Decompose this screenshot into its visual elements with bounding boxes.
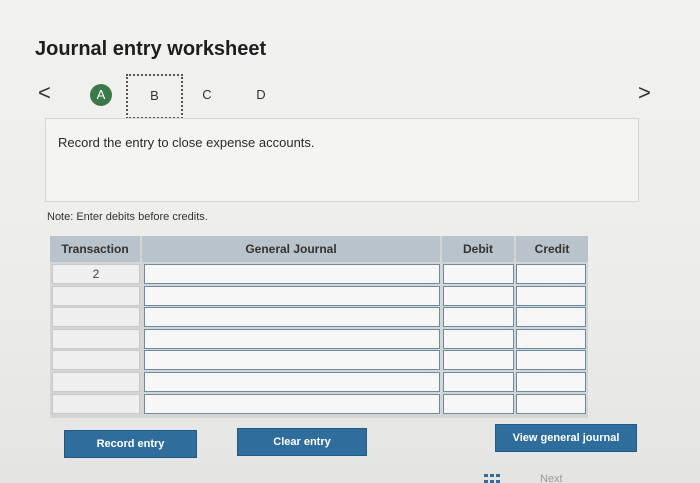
credit-input[interactable] <box>516 350 586 371</box>
step-tab-d[interactable]: D <box>253 87 269 102</box>
next-button[interactable]: Next <box>540 473 563 483</box>
page-title: Journal entry worksheet <box>35 38 267 60</box>
header-credit: Credit <box>516 236 588 262</box>
account-input[interactable] <box>144 328 440 349</box>
debit-input[interactable] <box>443 372 514 392</box>
clear-entry-button[interactable]: Clear entry <box>237 428 367 456</box>
header-transaction: Transaction <box>50 236 140 262</box>
debit-input[interactable] <box>443 393 514 414</box>
credit-input[interactable] <box>516 285 586 306</box>
debit-input[interactable] <box>443 264 514 284</box>
transaction-cell <box>52 285 140 306</box>
credit-input[interactable] <box>516 328 586 349</box>
transaction-cell <box>52 350 140 371</box>
entry-note: Note: Enter debits before credits. <box>47 211 208 223</box>
transaction-cell: 2 <box>52 264 140 284</box>
credit-input[interactable] <box>516 264 586 284</box>
credit-input[interactable] <box>516 307 586 328</box>
header-debit: Debit <box>442 236 514 262</box>
debit-input[interactable] <box>443 350 514 371</box>
account-input[interactable] <box>144 307 440 328</box>
next-arrow-icon[interactable]: > <box>638 82 651 104</box>
account-input[interactable] <box>144 350 440 371</box>
instruction-text: Record the entry to close expense accoun… <box>58 135 315 150</box>
worksheet-page: Journal entry worksheet < > A B C D Reco… <box>0 0 700 483</box>
debit-input[interactable] <box>443 285 514 306</box>
account-input[interactable] <box>144 285 440 306</box>
journal-table: Transaction General Journal Debit Credit… <box>50 236 588 418</box>
transaction-cell <box>52 372 140 392</box>
account-input[interactable] <box>144 393 440 414</box>
credit-input[interactable] <box>516 393 586 414</box>
step-tab-a[interactable]: A <box>90 84 112 106</box>
debit-input[interactable] <box>443 307 514 328</box>
grid-menu-icon[interactable] <box>484 474 500 483</box>
account-input[interactable] <box>144 264 440 284</box>
view-general-journal-button[interactable]: View general journal <box>495 424 637 452</box>
transaction-cell <box>52 307 140 328</box>
record-entry-button[interactable]: Record entry <box>64 430 197 458</box>
transaction-cell <box>52 328 140 349</box>
debit-input[interactable] <box>443 328 514 349</box>
step-tab-b[interactable]: B <box>126 74 183 119</box>
header-general-journal: General Journal <box>142 236 440 262</box>
step-tab-c[interactable]: C <box>199 87 215 102</box>
transaction-cell <box>52 393 140 414</box>
previous-arrow-icon[interactable]: < <box>38 82 51 104</box>
credit-input[interactable] <box>516 372 586 392</box>
instruction-panel: Record the entry to close expense accoun… <box>45 118 639 202</box>
account-input[interactable] <box>144 372 440 392</box>
